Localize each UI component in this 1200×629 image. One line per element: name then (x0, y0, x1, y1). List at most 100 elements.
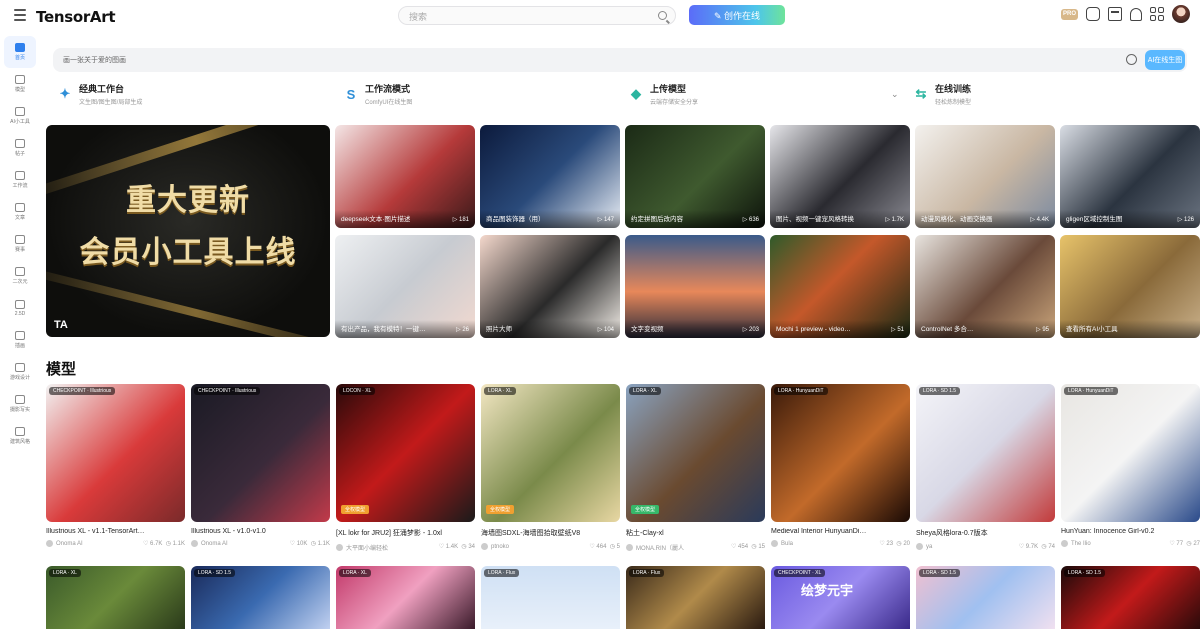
tool-classic-workbench[interactable]: ✦ 经典工作台 文生图/图生图/局部生成 (57, 80, 143, 108)
model-card[interactable]: LORA · SD 1.5 Sheya风格lora-0.7版本 ya ♡ 9.7K ◷… (916, 384, 1055, 550)
model-thumbnail[interactable]: LORA · HunyuanDiT (771, 384, 910, 522)
model-card[interactable]: LOCON · XL 全权模型 [XL lokr for JRU2] 狂涌梦影 - … (336, 384, 475, 552)
model-author[interactable]: MONA.RIN（麗人 (626, 543, 684, 552)
chevron-down-icon[interactable]: ⌄ (891, 89, 899, 100)
model-author[interactable]: Onoma AI (191, 540, 228, 547)
model-thumbnail[interactable]: LORA · HunyuanDiT (1061, 384, 1200, 522)
sidebar-item[interactable]: 帖子 (0, 132, 40, 164)
gallery-card[interactable]: 图片、视频一键宠风格转换 ▷ 1.7K (770, 125, 910, 228)
sidebar-item[interactable]: 赛事 (0, 228, 40, 260)
card-title: deepseek文本·图片描述 (341, 216, 411, 223)
model-title[interactable]: Illustrious XL - v1.0-v1.0 (191, 528, 330, 535)
search-icon[interactable] (658, 11, 667, 20)
gallery-card[interactable]: 有出产品，我有模特！一键… ▷ 26 (335, 235, 475, 338)
gallery-card[interactable]: deepseek文本·图片描述 ▷ 181 (335, 125, 475, 228)
model-card[interactable]: LORA · HunyuanDiT Medieval Interior Hunyu… (771, 384, 910, 547)
bell-icon[interactable] (1130, 7, 1142, 21)
gallery-card[interactable]: ControlNet 多合… ▷ 95 (915, 235, 1055, 338)
search-input[interactable]: 搜索 (398, 6, 676, 25)
model-title[interactable]: 粘土-Clay-xl (626, 528, 765, 538)
menu-icon[interactable] (14, 9, 26, 21)
model-card[interactable]: LORA · XL 全权模型 海墙图SDXL-海墙图拾取壁纸V8 ptnoko ♡ 46… (481, 384, 620, 550)
message-icon[interactable] (1086, 7, 1100, 21)
model-card[interactable]: LORA · SD 1.5 (1061, 566, 1200, 629)
top-bar: TensorArt 搜索 ✎ 创作在线 PRO (0, 0, 1200, 32)
model-card[interactable]: LORA · Flux (481, 566, 620, 629)
model-meta: Onoma AI ♡ 10K ◷ 1.1K (191, 540, 330, 547)
model-meta: 大平面小编轻松 ♡ 1.4K ◷ 34 (336, 543, 475, 552)
card-run-count: ▷ 26 (456, 327, 469, 333)
model-title[interactable]: [XL lokr for JRU2] 狂涌梦影 - 1.0xl (336, 528, 475, 538)
gallery-card[interactable]: Mochi 1 preview - video… ▷ 51 (770, 235, 910, 338)
model-title[interactable]: 海墙图SDXL-海墙图拾取壁纸V8 (481, 528, 620, 538)
model-thumbnail[interactable]: LOCON · XL 全权模型 (336, 384, 475, 522)
model-meta: Bula ♡ 23 ◷ 20 (771, 540, 910, 547)
author-avatar (916, 543, 923, 550)
model-author[interactable]: Onoma AI (46, 540, 83, 547)
sidebar-item[interactable]: 首页 (4, 36, 36, 68)
logo[interactable]: TensorArt (36, 8, 116, 26)
avatar[interactable] (1172, 5, 1190, 23)
model-card[interactable]: LORA · XL (46, 566, 185, 629)
model-title[interactable]: Sheya风格lora-0.7版本 (916, 528, 1055, 538)
gallery-card[interactable]: 文字变视频 ▷ 203 (625, 235, 765, 338)
tool-online-training[interactable]: ⇆ 在线训练 轻松炼制模型 (913, 80, 971, 108)
gallery-card[interactable]: 查看所有AI小工具 (1060, 235, 1200, 338)
model-card[interactable]: LORA · XL (336, 566, 475, 629)
model-runs: ◷ 5 (609, 544, 620, 550)
model-card[interactable]: CHECKPOINT · Illustrious Illustrious XL -… (191, 384, 330, 547)
model-card[interactable]: LORA · XL 全权模型 粘土-Clay-xl MONA.RIN（麗人 ♡ 454 … (626, 384, 765, 552)
model-author[interactable]: 大平面小编轻松 (336, 543, 388, 552)
model-card[interactable]: LORA · SD 1.5 (916, 566, 1055, 629)
model-title[interactable]: Medieval Interior HunyuanDi… (771, 528, 910, 535)
model-card[interactable]: LORA · Flux (626, 566, 765, 629)
model-author[interactable]: ptnoko (481, 543, 509, 550)
model-tag: 全权模型 (341, 505, 370, 514)
feature-banner[interactable]: 重大更新 会员小工具上线 TA (46, 125, 330, 337)
model-thumbnail[interactable]: LORA · XL 全权模型 (481, 384, 620, 522)
sidebar-item[interactable]: 文章 (0, 196, 40, 228)
pro-badge[interactable]: PRO (1061, 8, 1078, 20)
globe-icon[interactable] (1126, 54, 1137, 65)
model-author[interactable]: The Ilio (1061, 540, 1091, 547)
sidebar-item[interactable]: 二次元 (0, 260, 40, 292)
sidebar-item[interactable]: 摄影写实 (0, 388, 40, 420)
model-thumbnail[interactable]: LORA · XL 全权模型 (626, 384, 765, 522)
model-card[interactable]: LORA · SD 1.5 (191, 566, 330, 629)
model-thumbnail[interactable]: CHECKPOINT · Illustrious (191, 384, 330, 522)
create-button[interactable]: ✎ 创作在线 (689, 5, 785, 25)
tool-workflow-mode[interactable]: S 工作流模式 ComfyUI在线生图 (343, 80, 413, 108)
prompt-input[interactable]: 画一张关于爱的图画 AI在线生图 (53, 48, 1187, 72)
tool-upload-model[interactable]: ◆ 上传模型 云端存储安全分享 (628, 80, 698, 108)
model-title[interactable]: HunYuan: Innocence Girl-v0.2 (1061, 528, 1200, 535)
gallery-card[interactable]: 约定拼图后改内容 ▷ 636 (625, 125, 765, 228)
author-name: Onoma AI (56, 540, 83, 547)
sidebar-item[interactable]: 工作流 (0, 164, 40, 196)
model-title[interactable]: Illustrious XL - v1.1-TensorArt… (46, 528, 185, 535)
model-author[interactable]: Bula (771, 540, 793, 547)
gallery-card[interactable]: 照片大师 ▷ 104 (480, 235, 620, 338)
sidebar-item[interactable]: 游戏设计 (0, 356, 40, 388)
gallery-card[interactable]: gligen区域控制生图 ▷ 126 (1060, 125, 1200, 228)
generate-button[interactable]: AI在线生图 (1145, 50, 1185, 70)
model-thumbnail[interactable]: LORA · SD 1.5 (916, 384, 1055, 522)
model-card[interactable]: CHECKPOINT · XL 绘梦元宇 (771, 566, 910, 629)
calendar-icon[interactable] (1108, 7, 1122, 21)
model-thumbnail[interactable]: CHECKPOINT · Illustrious (46, 384, 185, 522)
gallery-card[interactable]: 动漫风格化、动画交换画 ▷ 4.4K (915, 125, 1055, 228)
apps-icon[interactable] (1150, 7, 1164, 21)
tool-title: 工作流模式 (365, 84, 411, 94)
sidebar-item[interactable]: 模型 (0, 68, 40, 100)
sidebar-item[interactable]: 2.5D (0, 292, 40, 324)
sidebar-item[interactable]: AI小工具 (0, 100, 40, 132)
section-title-models: 模型 (46, 361, 77, 378)
model-tag: 全权模型 (631, 505, 660, 514)
model-runs: ◷ 34 (461, 544, 475, 550)
model-card[interactable]: CHECKPOINT · Illustrious Illustrious XL -… (46, 384, 185, 547)
model-card[interactable]: LORA · HunyuanDiT HunYuan: Innocence Girl… (1061, 384, 1200, 547)
model-author[interactable]: ya (916, 543, 932, 550)
gallery-card[interactable]: 商品图装饰器（用） ▷ 147 (480, 125, 620, 228)
sidebar-item[interactable]: 建筑风格 (0, 420, 40, 452)
model-type-badge: LORA · XL (629, 387, 661, 395)
sidebar-item[interactable]: 插画 (0, 324, 40, 356)
